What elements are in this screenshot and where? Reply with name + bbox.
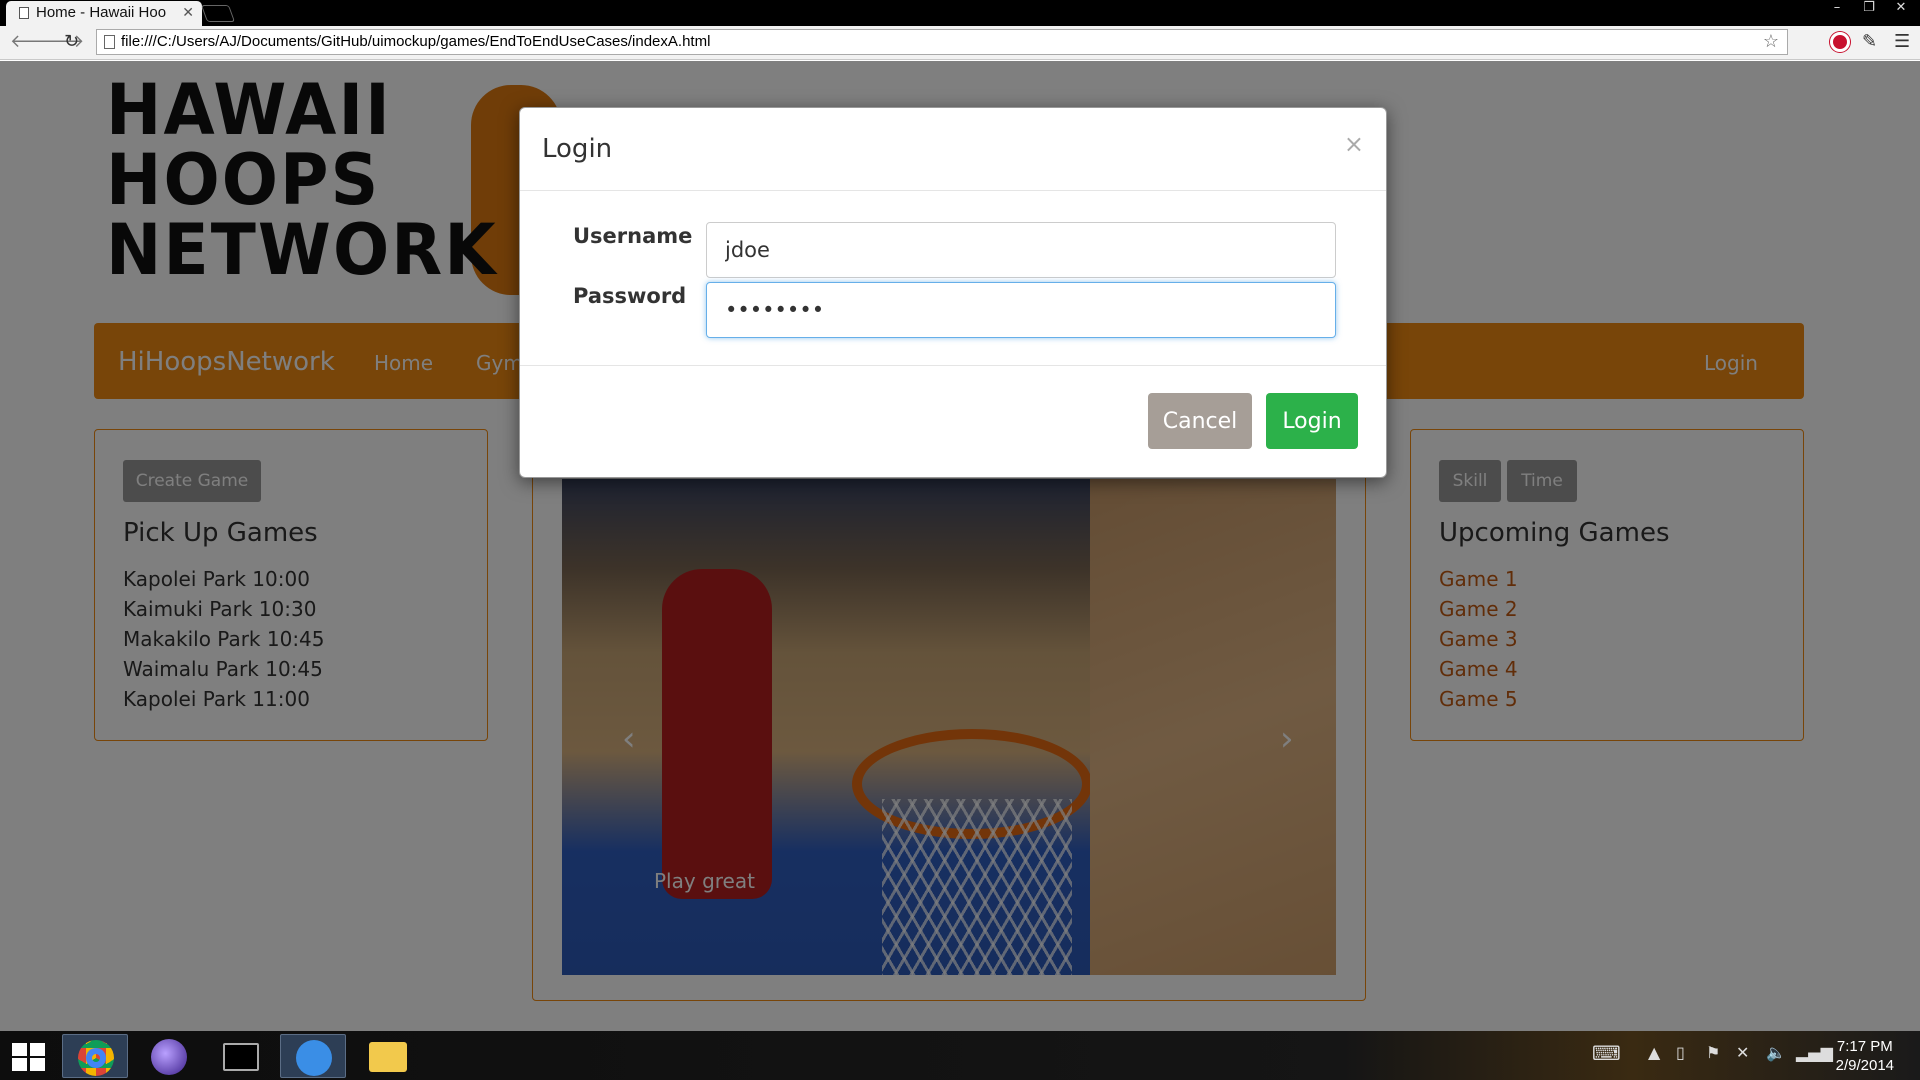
tab-title: Home - Hawaii Hoo [36, 4, 167, 21]
flag-icon[interactable]: ⚑ [1706, 1043, 1720, 1062]
username-label: Username [573, 224, 693, 248]
url-text: file:///C:/Users/AJ/Documents/GitHub/uim… [121, 33, 711, 50]
volume-icon[interactable]: 🔈 [1766, 1043, 1786, 1062]
file-explorer-taskbar-icon[interactable] [354, 1034, 420, 1078]
extension-icon[interactable] [1830, 32, 1850, 52]
modal-header: Login × [520, 108, 1386, 191]
windows-taskbar: ⌨ ▲ ▯ ⚑ ✕ 🔈 ▂▄▆ 7:17 PM 2/9/2014 [0, 1031, 1920, 1080]
modal-title: Login [542, 134, 613, 164]
keyboard-icon[interactable]: ⌨ [1592, 1041, 1621, 1065]
windows-start-icon[interactable] [12, 1043, 46, 1071]
cancel-button[interactable]: Cancel [1148, 393, 1252, 449]
close-icon[interactable]: × [1344, 130, 1364, 158]
menu-icon[interactable]: ☰ [1894, 31, 1910, 52]
eclipse-taskbar-icon[interactable] [136, 1034, 202, 1078]
restore-icon[interactable]: ❐ [1858, 0, 1880, 15]
chrome-taskbar-icon[interactable] [62, 1034, 128, 1078]
messenger-taskbar-icon[interactable] [280, 1034, 346, 1078]
window-controls: – ❐ ✕ [1826, 0, 1912, 15]
clock-time: 7:17 PM [1836, 1038, 1893, 1055]
pen-extension-icon[interactable]: ✎ [1862, 31, 1877, 52]
minimize-icon[interactable]: – [1826, 0, 1848, 15]
clock-date: 2/9/2014 [1835, 1057, 1894, 1074]
terminal-taskbar-icon[interactable] [208, 1034, 274, 1078]
login-button[interactable]: Login [1266, 393, 1358, 449]
network-icon[interactable]: ✕ [1736, 1043, 1749, 1062]
browser-titlebar: Home - Hawaii Hoo ✕ – ❐ ✕ [0, 0, 1920, 26]
device-icon[interactable]: ▯ [1676, 1043, 1685, 1062]
signal-icon[interactable]: ▂▄▆ [1796, 1043, 1833, 1062]
close-window-icon[interactable]: ✕ [1890, 0, 1912, 15]
tab-close-icon[interactable]: ✕ [182, 4, 194, 21]
username-field[interactable] [706, 222, 1336, 278]
browser-tab[interactable]: Home - Hawaii Hoo ✕ [6, 1, 202, 26]
modal-footer-divider [520, 365, 1386, 366]
page-icon [104, 35, 115, 49]
login-modal: Login × Username Password Cancel Login [519, 107, 1387, 478]
password-field[interactable] [706, 282, 1336, 338]
password-label: Password [573, 284, 687, 308]
new-tab-button[interactable] [200, 5, 236, 22]
system-clock[interactable]: 7:17 PM 2/9/2014 [1836, 1037, 1894, 1075]
show-hidden-icons-icon[interactable]: ▲ [1648, 1043, 1660, 1062]
reload-icon[interactable]: ↻ [64, 31, 79, 52]
address-bar[interactable]: file:///C:/Users/AJ/Documents/GitHub/uim… [96, 29, 1788, 55]
bookmark-star-icon[interactable]: ☆ [1763, 31, 1779, 52]
document-icon [19, 7, 29, 19]
browser-toolbar: 🡐 🡒 ↻ file:///C:/Users/AJ/Documents/GitH… [0, 26, 1920, 60]
